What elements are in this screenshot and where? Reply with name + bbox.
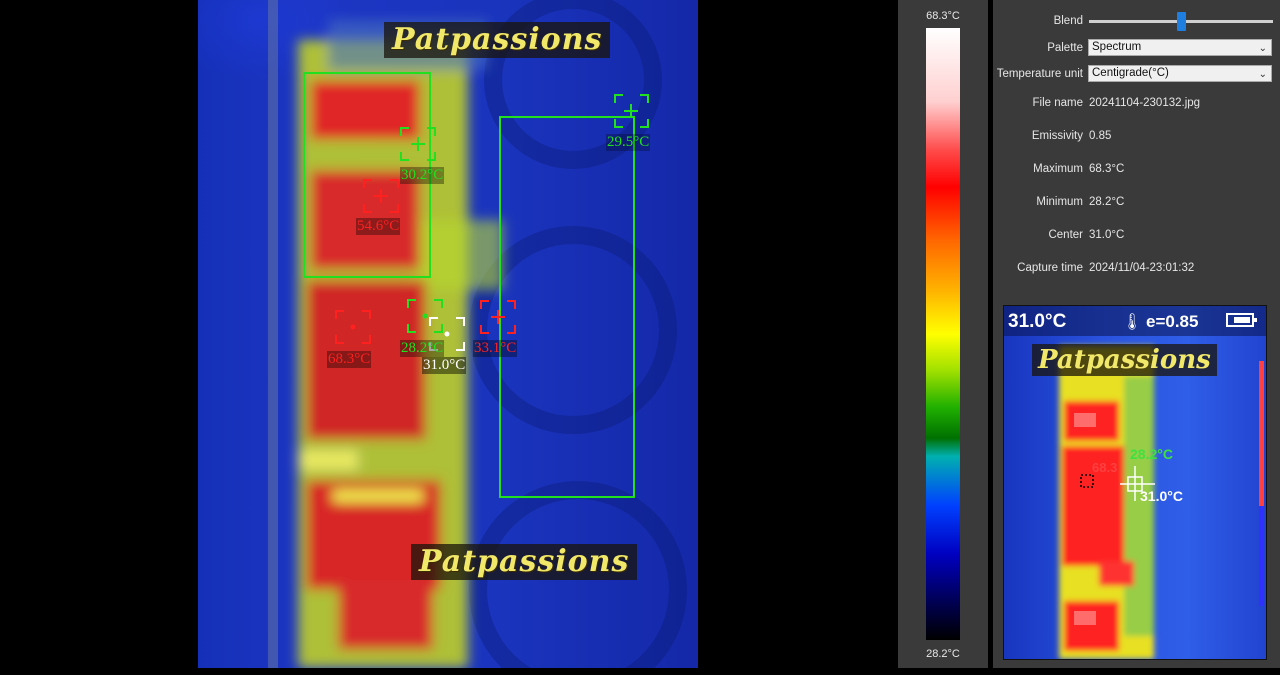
thermometer-icon: 🌡	[1122, 314, 1143, 331]
capture-time-row: Capture time 2024/11/04-23:01:32	[993, 259, 1280, 277]
file-name-value: 20241104-230132.jpg	[1089, 97, 1201, 109]
unit-label: Temperature unit	[996, 68, 1083, 80]
crosshair-min	[407, 299, 443, 333]
minimum-label: Minimum	[1036, 196, 1083, 208]
maximum-row: Maximum 68.3°C	[993, 160, 1280, 178]
maximum-label: Maximum	[1033, 163, 1083, 175]
chevron-down-icon: ⌄	[1258, 69, 1267, 80]
thumbnail-label-center: 31.0°C	[1140, 488, 1183, 504]
crosshair-cool-1	[400, 127, 436, 161]
unit-row: Temperature unit Centigrade(°C) ⌄	[993, 65, 1280, 83]
label-hot-3: 33.1°C	[473, 340, 518, 357]
label-cool-1: 30.2°C	[400, 167, 445, 184]
emissivity-value: 0.85	[1089, 130, 1112, 142]
label-cool-2: 29.5°C	[606, 134, 651, 151]
palette-select[interactable]: Spectrum ⌄	[1088, 39, 1272, 56]
minimum-value: 28.2°C	[1089, 196, 1125, 208]
minimum-row: Minimum 28.2°C	[993, 193, 1280, 211]
crosshair-cool-2	[614, 94, 649, 128]
color-scale-bar	[926, 28, 960, 640]
chevron-down-icon: ⌄	[1258, 43, 1267, 54]
file-name-row: File name 20241104-230132.jpg	[993, 94, 1280, 112]
palette-label: Palette	[1047, 42, 1083, 54]
palette-select-value: Spectrum	[1092, 41, 1142, 53]
capture-time-value: 2024/11/04-23:01:32	[1089, 262, 1195, 274]
center-row: Center 31.0°C	[993, 226, 1280, 244]
thermal-image[interactable]: Patpassions Patpassions 30.2°C 29.5°C 54…	[198, 0, 698, 668]
unit-select[interactable]: Centigrade(°C) ⌄	[1088, 65, 1272, 82]
blend-label: Blend	[1053, 15, 1083, 27]
scale-min-label: 28.2°C	[926, 648, 960, 660]
crosshair-max	[335, 310, 371, 344]
maximum-value: 68.3°C	[1089, 163, 1125, 175]
emissivity-label: Emissivity	[1031, 130, 1083, 142]
file-name-label: File name	[1032, 97, 1084, 109]
center-label: Center	[1048, 229, 1083, 241]
label-max: 68.3°C	[327, 351, 372, 368]
scale-max-label: 68.3°C	[926, 10, 960, 22]
crosshair-hot-3	[480, 300, 516, 334]
color-scale-panel: 68.3°C 28.2°C	[898, 0, 988, 668]
blend-row: Blend	[993, 12, 1280, 31]
thumbnail-temperature: 31.0°C	[1008, 311, 1067, 332]
blend-slider-thumb[interactable]	[1176, 12, 1186, 31]
palette-row: Palette Spectrum ⌄	[993, 39, 1280, 57]
label-hot-2: 54.6°C	[356, 218, 401, 235]
emissivity-row: Emissivity 0.85	[993, 127, 1280, 145]
unit-select-value: Centigrade(°C)	[1092, 67, 1169, 79]
thumbnail-watermark: Patpassions	[1032, 344, 1217, 376]
thumbnail-label-min: 28.2°C	[1130, 446, 1173, 462]
label-center: 31.0°C	[422, 357, 467, 374]
label-min: 28.2°C	[400, 340, 445, 357]
marker-overlay	[335, 94, 649, 351]
thumbnail-label-max: 68.3	[1092, 460, 1118, 475]
crosshair-hot-2	[363, 179, 399, 213]
capture-time-label: Capture time	[1017, 262, 1083, 274]
original-thumbnail[interactable]: 31.0°C 🌡 e=0.85 Patpassions 28.2°C 68.3 …	[1003, 305, 1267, 660]
center-value: 31.0°C	[1089, 229, 1125, 241]
battery-icon	[1226, 313, 1257, 327]
thumbnail-emissivity: e=0.85	[1146, 312, 1199, 331]
